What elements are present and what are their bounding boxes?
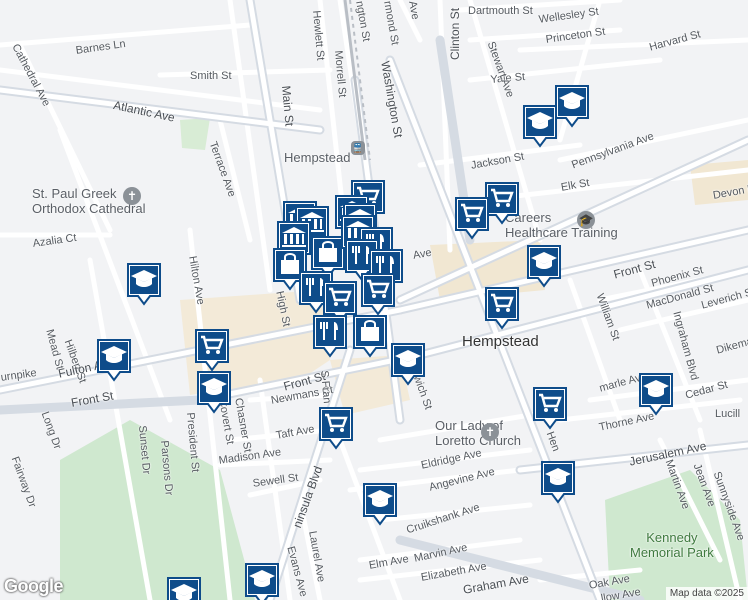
graduation-cap-icon (167, 577, 201, 600)
google-logo: Google (4, 576, 64, 596)
map-marker-grocery[interactable] (360, 272, 396, 318)
map-marker-school[interactable] (362, 482, 398, 528)
map-marker-school[interactable] (522, 104, 558, 150)
shopping-cart-icon (485, 287, 519, 330)
graduation-cap-icon (127, 263, 161, 306)
church-icon[interactable]: ✝ (481, 423, 499, 441)
school-poi-icon[interactable]: 🎓 (577, 211, 595, 229)
map-marker-school[interactable] (126, 262, 162, 308)
graduation-cap-icon (639, 373, 673, 416)
map-marker-grocery[interactable] (484, 286, 520, 332)
map-marker-school[interactable] (196, 370, 232, 416)
map-marker-school[interactable] (638, 372, 674, 418)
map-marker-school[interactable] (554, 84, 590, 130)
graduation-cap-icon (523, 105, 557, 148)
map-marker-grocery[interactable] (194, 328, 230, 374)
map-marker-restaurant[interactable] (312, 314, 348, 360)
poi-label-careers-training[interactable]: Careers Healthcare Training (505, 210, 618, 240)
city-label: Hempstead (462, 333, 539, 350)
map-marker-school[interactable] (526, 244, 562, 290)
map-canvas[interactable]: Dartmouth St Wellesley St Princeton St Harv… (0, 0, 748, 600)
graduation-cap-icon (97, 339, 131, 382)
map-marker-shopping[interactable] (352, 314, 388, 360)
map-marker-school[interactable] (244, 562, 280, 600)
map-marker-grocery[interactable] (318, 406, 354, 452)
map-marker-school[interactable] (96, 338, 132, 384)
map-marker-grocery[interactable] (532, 386, 568, 432)
poi-label-kennedy-park[interactable]: Kennedy Memorial Park (630, 530, 714, 560)
shopping-cart-icon (455, 197, 489, 240)
shopping-cart-icon (533, 387, 567, 430)
shopping-cart-icon (361, 273, 395, 316)
graduation-cap-icon (245, 563, 279, 600)
map-attribution[interactable]: Map data ©2025 (665, 587, 748, 600)
poi-label-hempstead-station[interactable]: Hempstead (284, 150, 350, 165)
map-marker-grocery[interactable] (454, 196, 490, 242)
church-icon[interactable]: ✝ (123, 187, 141, 205)
graduation-cap-icon (541, 461, 575, 504)
map-marker-school[interactable] (540, 460, 576, 506)
graduation-cap-icon (197, 371, 231, 414)
train-station-icon[interactable]: 🚆 (351, 141, 365, 155)
map-marker-school[interactable] (390, 342, 426, 388)
graduation-cap-icon (555, 85, 589, 128)
street-label-smith-st: Smith St (190, 70, 232, 82)
map-marker-school[interactable] (166, 576, 202, 600)
graduation-cap-icon (391, 343, 425, 386)
shopping-bag-icon (353, 315, 387, 358)
graduation-cap-icon (363, 483, 397, 526)
shopping-cart-icon (195, 329, 229, 372)
graduation-cap-icon (527, 245, 561, 288)
street-label-lucille: Lucill (715, 408, 741, 420)
fork-knife-icon (313, 315, 347, 358)
street-label-dartmouth-st: Dartmouth St (468, 5, 533, 17)
shopping-cart-icon (319, 407, 353, 450)
poi-label-our-lady-loretto[interactable]: Our Lady of Loretto Church (435, 418, 521, 448)
street-label-clinton-st: Clinton St (448, 7, 462, 60)
